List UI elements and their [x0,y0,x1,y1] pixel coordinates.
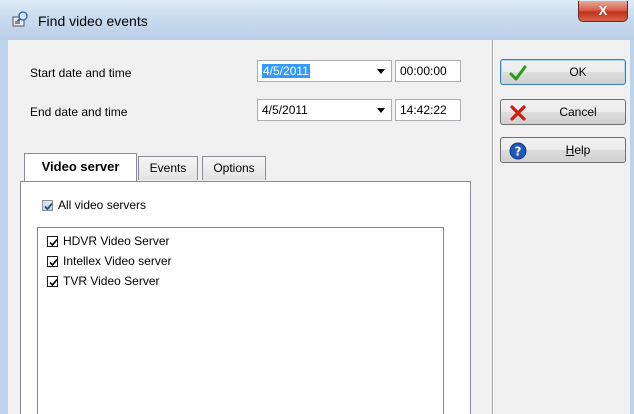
cancel-button[interactable]: Cancel [500,99,626,125]
video-server-list[interactable]: HDVR Video Server Intellex Video server … [37,227,444,414]
help-label: Help [565,143,591,157]
check-icon [509,64,527,82]
tab-events[interactable]: Events [138,156,198,180]
tab-options[interactable]: Options [202,156,266,180]
end-date-dropdown[interactable]: 4/5/2011 [257,99,392,121]
chevron-down-icon [377,69,385,74]
start-time-field[interactable]: 00:00:00 [395,60,461,82]
separator-highlight [493,40,494,414]
help-button[interactable]: ? Help [500,137,626,163]
server-label: Intellex Video server [63,254,172,268]
x-icon [509,104,527,122]
start-date-value: 4/5/2011 [262,64,310,78]
cancel-label: Cancel [559,105,597,119]
server-label: HDVR Video Server [63,234,170,248]
svg-text:?: ? [515,145,522,159]
close-button[interactable]: X [578,1,628,22]
ok-button[interactable]: OK [500,59,626,85]
end-date-label: End date and time [30,105,128,119]
end-time-value: 14:42:22 [400,103,447,117]
all-video-servers-checkbox[interactable] [42,200,53,211]
server-checkbox[interactable] [47,256,58,267]
title-bar: Find video events X [0,0,634,40]
server-checkbox[interactable] [47,276,58,287]
ok-label: OK [569,65,587,79]
start-date-label: Start date and time [30,66,132,80]
question-icon: ? [509,142,527,160]
dialog-body: Start date and time 4/5/2011 00:00:00 En… [8,40,630,414]
all-video-servers-label: All video servers [58,198,147,212]
server-checkbox[interactable] [47,236,58,247]
start-date-dropdown[interactable]: 4/5/2011 [257,60,392,82]
end-date-value: 4/5/2011 [262,103,308,117]
start-time-value: 00:00:00 [400,64,447,78]
window-title: Find video events [38,13,148,29]
tab-video-server[interactable]: Video server [24,153,137,181]
chevron-down-icon [377,108,385,113]
find-events-icon [12,10,30,28]
server-label: TVR Video Server [63,274,160,288]
close-icon: X [598,3,608,18]
end-time-field[interactable]: 14:42:22 [395,99,461,121]
